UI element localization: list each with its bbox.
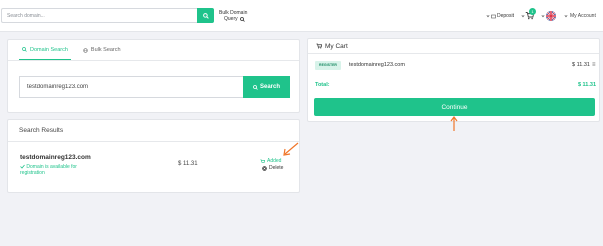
my-cart-card: My Cart REGISTER testdomainreg123.com $ …	[307, 38, 600, 122]
delete-button[interactable]: Delete	[262, 165, 283, 171]
total-label: Total:	[315, 82, 330, 88]
header-search-input[interactable]	[1, 8, 197, 23]
delete-label: Delete	[269, 165, 284, 171]
register-badge: REGISTER	[315, 60, 341, 70]
search-icon	[253, 84, 258, 90]
header-search-button[interactable]	[197, 8, 214, 23]
cart-icon	[260, 159, 265, 163]
domain-search-input[interactable]	[19, 76, 243, 98]
chevron-down-icon	[486, 15, 490, 18]
domain-search-form: Search	[19, 76, 290, 98]
cart-item-domain: testdomainreg123.com	[349, 62, 405, 68]
close-circle-icon	[262, 165, 267, 171]
result-price: $ 11.31	[178, 161, 198, 167]
deposit-menu[interactable]: Deposit	[486, 13, 514, 19]
results-title: Search Results	[8, 120, 299, 142]
hamburger-menu-icon[interactable]: ≡	[592, 62, 596, 68]
wallet-icon	[491, 14, 496, 18]
domain-search-button[interactable]: Search	[243, 76, 290, 98]
cart-count-badge: 1	[529, 8, 536, 15]
account-menu[interactable]: My Account	[564, 13, 596, 19]
annotation-arrow-icon	[450, 116, 458, 131]
cart-total: Total: $ 11.31	[315, 82, 596, 92]
search-button-label: Search	[259, 84, 280, 90]
chevron-down-icon	[564, 15, 568, 18]
search-tabs: Domain Search Bulk Search	[8, 40, 299, 61]
annotation-arrow-icon	[283, 142, 299, 156]
availability-status: Domain is available for registration	[20, 164, 100, 176]
tab-label: Domain Search	[30, 46, 68, 53]
search-icon	[22, 47, 27, 52]
result-domain: testdomainreg123.com	[20, 154, 91, 161]
globe-icon	[83, 47, 88, 53]
search-icon	[202, 12, 209, 19]
total-value: $ 11.31	[577, 82, 596, 88]
continue-button[interactable]: Continue	[314, 98, 595, 116]
cart-title: My Cart	[308, 39, 599, 54]
check-icon	[20, 164, 25, 169]
top-bar: Bulk Domain Query Deposit 1 My Account	[0, 0, 603, 32]
cart-title-label: My Cart	[325, 42, 348, 50]
language-selector[interactable]	[541, 11, 556, 21]
cart-item: REGISTER testdomainreg123.com $ 11.31 ≡	[315, 59, 596, 71]
header-search	[1, 8, 214, 23]
query-label: Query	[224, 16, 238, 22]
tab-bulk-search[interactable]: Bulk Search	[80, 40, 124, 60]
domain-search-card: Domain Search Bulk Search Search	[7, 39, 300, 113]
deposit-label: Deposit	[497, 13, 514, 19]
account-label: My Account	[570, 13, 596, 19]
added-button[interactable]: Added	[260, 158, 281, 164]
search-icon	[239, 16, 245, 22]
tab-label: Bulk Search	[90, 47, 121, 53]
bulk-domain-query-link[interactable]: Bulk Domain Query	[219, 10, 247, 22]
cart-icon	[316, 43, 322, 49]
search-results-card: Search Results testdomainreg123.com Doma…	[7, 119, 300, 193]
cart-item-price: $ 11.31	[572, 62, 590, 68]
uk-flag-icon	[546, 11, 556, 21]
tab-domain-search[interactable]: Domain Search	[19, 40, 71, 60]
availability-text: Domain is available for registration	[20, 164, 77, 176]
chevron-down-icon	[541, 15, 545, 18]
added-label: Added	[267, 158, 282, 164]
